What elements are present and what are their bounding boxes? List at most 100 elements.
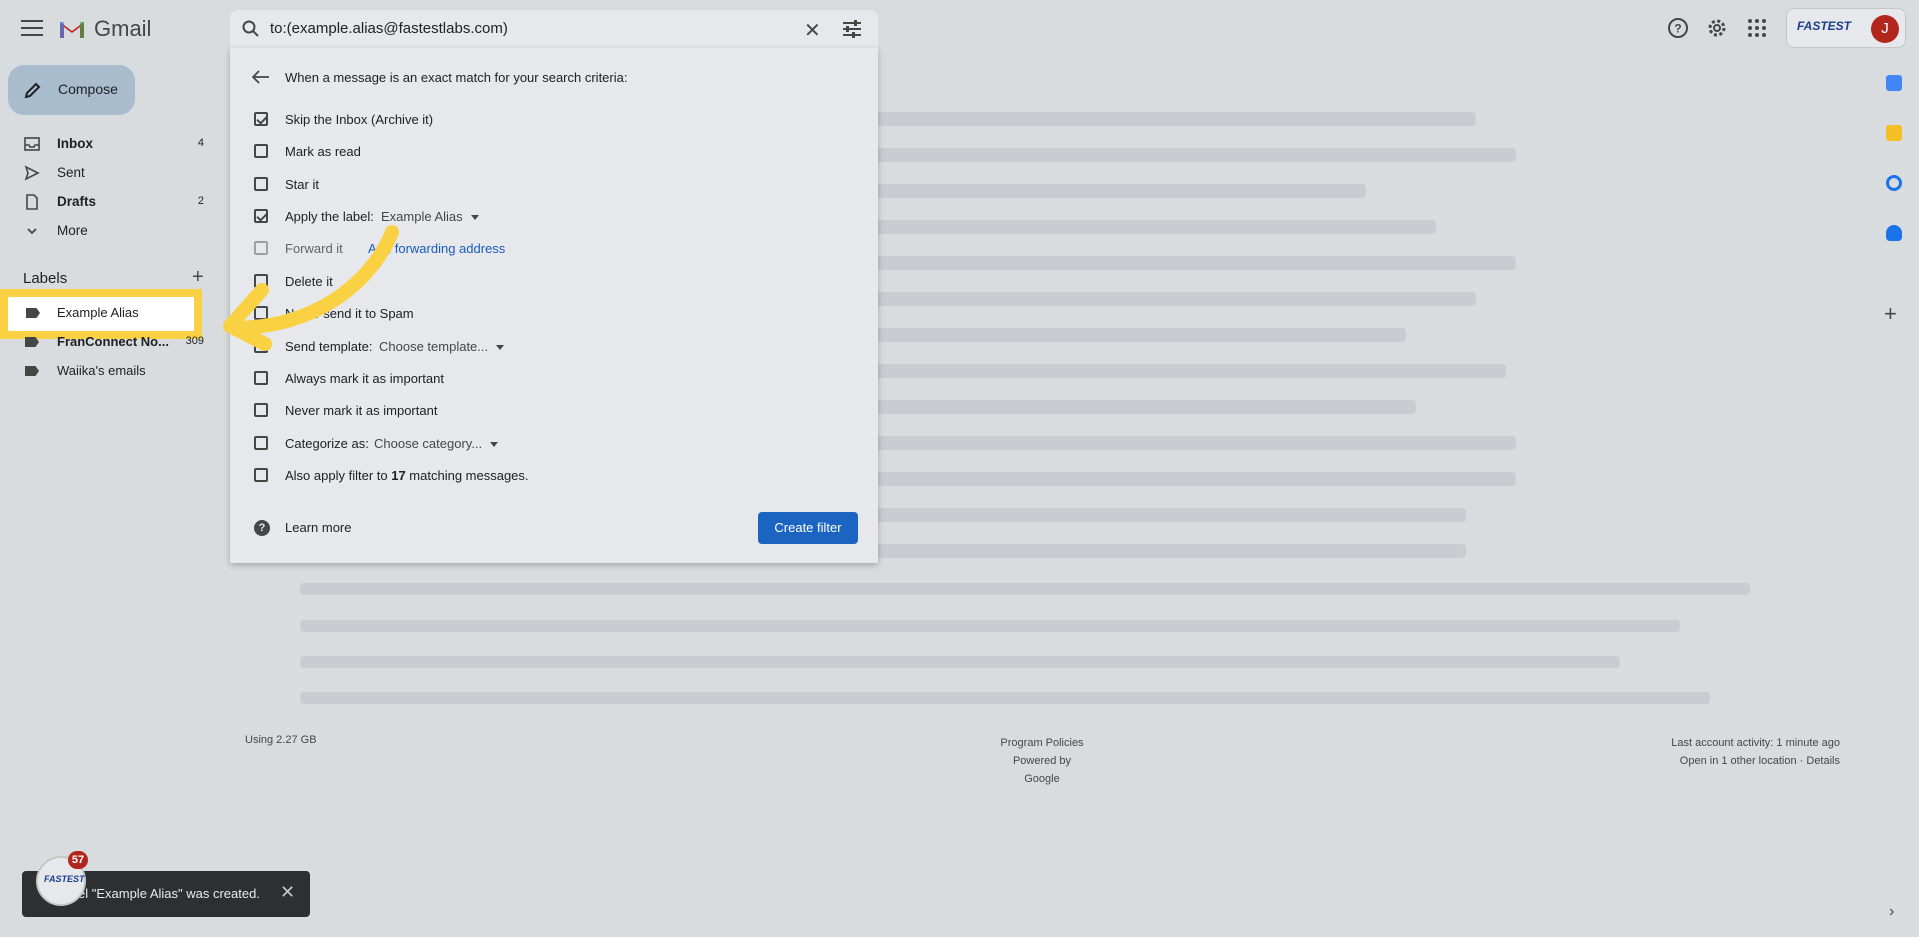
sidebar-item-label: More xyxy=(57,223,88,238)
checkbox[interactable] xyxy=(254,436,268,450)
inbox-icon xyxy=(24,137,40,151)
program-policies-link[interactable]: Program Policies xyxy=(1000,734,1084,752)
option-forward-it[interactable]: Forward it Add forwarding address xyxy=(254,239,854,259)
checkbox[interactable] xyxy=(254,112,268,126)
fastest-labs-logo: FASTEST xyxy=(1797,19,1852,33)
gmail-m-icon xyxy=(60,22,84,38)
label-item-waiikas-emails[interactable]: Waiika's emails xyxy=(0,357,218,385)
label-item-franconnect[interactable]: FranConnect No... 309 xyxy=(0,328,218,356)
widget-logo: FASTEST xyxy=(44,874,85,884)
chevron-down-icon xyxy=(27,228,37,235)
label-icon xyxy=(25,366,39,376)
template-select-value: Choose template... xyxy=(379,339,489,354)
option-mark-as-read[interactable]: Mark as read xyxy=(254,142,854,162)
category-select[interactable]: Choose category... xyxy=(374,436,499,451)
sidebar-item-count: 2 xyxy=(197,195,204,207)
calendar-icon[interactable] xyxy=(1886,75,1902,91)
learn-more-link[interactable]: Learn more xyxy=(285,520,351,535)
option-label: Delete it xyxy=(285,274,333,289)
option-delete-it[interactable]: Delete it xyxy=(254,272,854,292)
checkbox[interactable] xyxy=(254,241,268,255)
list-item[interactable] xyxy=(300,692,1710,704)
create-filter-button[interactable]: Create filter xyxy=(758,512,858,544)
checkbox[interactable] xyxy=(254,306,268,320)
contacts-icon[interactable] xyxy=(1886,225,1902,241)
settings-gear-icon[interactable] xyxy=(1706,17,1728,39)
dropdown-caret-icon xyxy=(496,345,505,351)
checkbox[interactable] xyxy=(254,468,268,482)
list-item[interactable] xyxy=(300,583,1750,595)
create-filter-dialog: When a message is an exact match for you… xyxy=(230,48,878,563)
matching-count: 17 xyxy=(391,468,406,483)
template-select[interactable]: Choose template... xyxy=(379,339,505,354)
checkbox[interactable] xyxy=(254,371,268,385)
apps-grid-icon[interactable] xyxy=(1746,17,1768,39)
add-addon-icon[interactable]: + xyxy=(1884,301,1897,327)
label-name: FranConnect No... xyxy=(57,334,169,349)
draft-icon xyxy=(26,194,38,210)
notification-count-badge: 57 xyxy=(68,851,88,869)
option-never-spam[interactable]: Never send it to Spam xyxy=(254,304,854,324)
search-options-icon[interactable] xyxy=(842,20,862,38)
checkbox[interactable] xyxy=(254,403,268,417)
label-name: Waiika's emails xyxy=(57,363,146,378)
label-select[interactable]: Example Alias xyxy=(381,209,479,224)
search-bar[interactable]: to:(example.alias@fastestlabs.com) ✕ xyxy=(230,10,878,48)
option-always-important[interactable]: Always mark it as important xyxy=(254,369,854,389)
checkbox[interactable] xyxy=(254,209,268,223)
option-apply-to-matching[interactable]: Also apply filter to 17 matching message… xyxy=(254,466,854,486)
list-item[interactable] xyxy=(300,620,1680,632)
category-select-value: Choose category... xyxy=(374,436,483,451)
sidebar-item-label: Drafts xyxy=(57,194,97,209)
avatar[interactable]: J xyxy=(1871,15,1899,43)
label-icon xyxy=(26,308,40,318)
details-link[interactable]: Open in 1 other location · Details xyxy=(1640,752,1840,770)
search-icon[interactable] xyxy=(242,20,260,38)
send-icon xyxy=(24,165,40,181)
checkbox[interactable] xyxy=(254,274,268,288)
labels-heading: Labels xyxy=(23,270,68,287)
help-icon[interactable]: ? xyxy=(1667,17,1689,39)
clear-search-icon[interactable]: ✕ xyxy=(804,18,821,43)
list-item[interactable] xyxy=(300,656,1620,668)
compose-button[interactable]: Compose xyxy=(8,65,135,115)
option-label: Apply the label: xyxy=(285,209,374,224)
keep-icon[interactable] xyxy=(1886,125,1902,141)
sidebar-item-inbox[interactable]: Inbox 4 xyxy=(0,130,218,158)
storage-usage: Using 2.27 GB xyxy=(245,734,317,746)
add-forwarding-address-link[interactable]: Add forwarding address xyxy=(368,241,505,256)
option-star-it[interactable]: Star it xyxy=(254,175,854,195)
add-label-icon[interactable]: + xyxy=(192,266,204,289)
label-select-value: Example Alias xyxy=(381,209,463,224)
checkbox[interactable] xyxy=(254,144,268,158)
option-categorize[interactable]: Categorize as: Choose category... xyxy=(254,434,854,454)
gmail-logo-text: Gmail xyxy=(94,16,152,41)
main-menu-button[interactable] xyxy=(18,16,46,40)
option-skip-inbox[interactable]: Skip the Inbox (Archive it) xyxy=(254,110,854,130)
sidebar-item-more[interactable]: More xyxy=(0,217,218,245)
sidebar-item-drafts[interactable]: Drafts 2 xyxy=(0,188,218,216)
chevron-right-icon[interactable]: › xyxy=(1889,903,1894,921)
option-apply-label[interactable]: Apply the label: Example Alias xyxy=(254,207,854,227)
help-circle-icon[interactable]: ? xyxy=(254,520,270,536)
dialog-heading: When a message is an exact match for you… xyxy=(285,70,628,85)
checkbox[interactable] xyxy=(254,339,268,353)
option-label: Never send it to Spam xyxy=(285,306,414,321)
option-label: Never mark it as important xyxy=(285,403,438,418)
option-send-template[interactable]: Send template: Choose template... xyxy=(254,337,854,357)
checkbox[interactable] xyxy=(254,177,268,191)
close-icon[interactable]: ✕ xyxy=(280,882,295,903)
option-label: Skip the Inbox (Archive it) xyxy=(285,112,434,127)
option-label-suffix: matching messages. xyxy=(405,468,529,483)
account-switcher[interactable]: FASTEST J xyxy=(1786,8,1906,48)
sidebar-item-sent[interactable]: Sent xyxy=(0,159,218,187)
search-input[interactable]: to:(example.alias@fastestlabs.com) xyxy=(270,20,508,37)
option-never-important[interactable]: Never mark it as important xyxy=(254,401,854,421)
option-label: Categorize as: xyxy=(285,436,369,451)
tasks-icon[interactable] xyxy=(1886,175,1902,191)
last-activity-text: Last account activity: 1 minute ago xyxy=(1671,737,1840,749)
back-arrow-icon[interactable] xyxy=(252,70,270,84)
gmail-logo[interactable]: Gmail xyxy=(58,16,151,42)
option-label: Always mark it as important xyxy=(285,371,444,386)
dropdown-caret-icon xyxy=(490,442,499,448)
